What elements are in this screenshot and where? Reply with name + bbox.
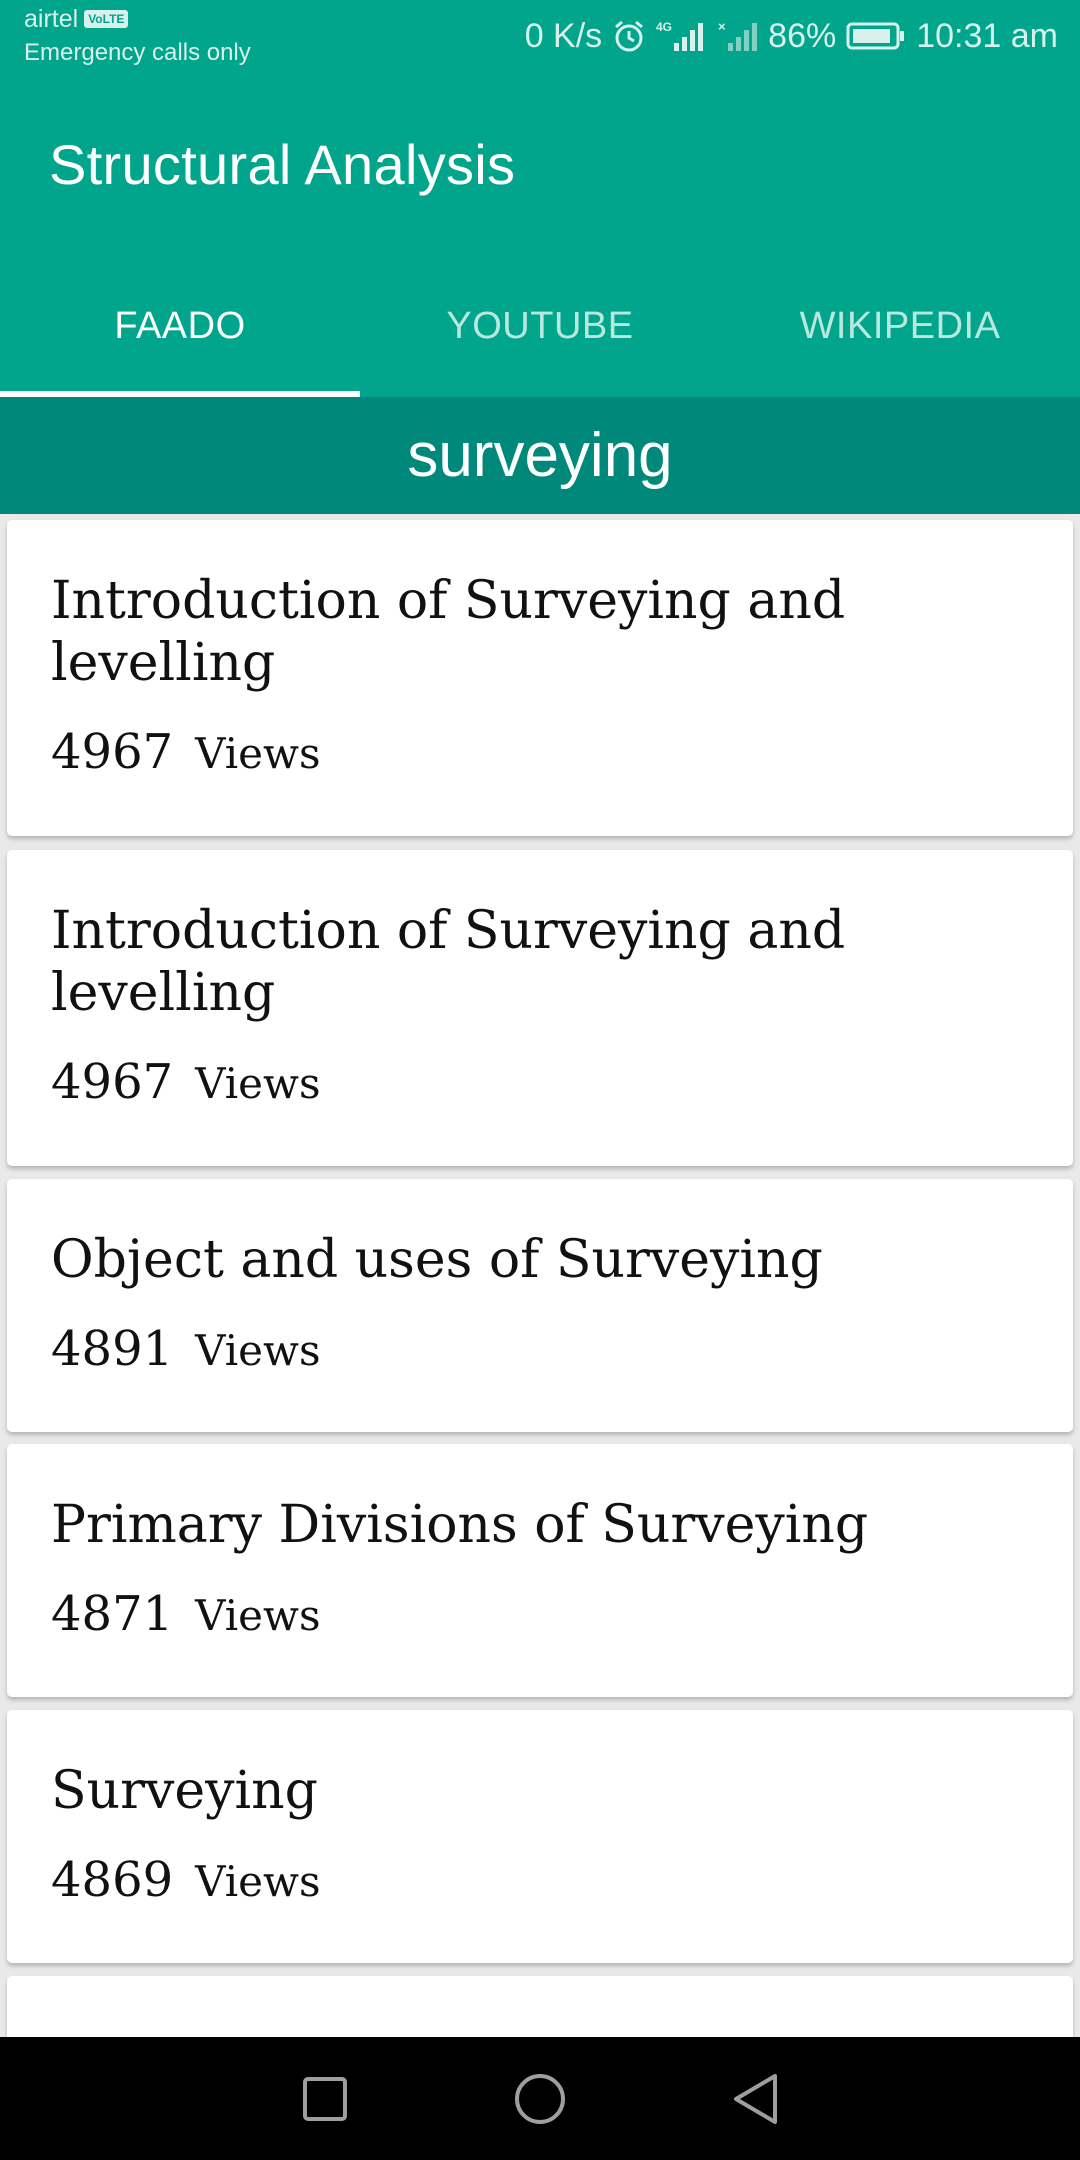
item-meta: 4967 Views (51, 724, 1029, 780)
tab-bar: FAADO YOUTUBE WIKIPEDIA (0, 270, 1080, 397)
views-label: Views (195, 1591, 321, 1640)
list-item[interactable]: Object and uses of Surveying 4891 Views (7, 1179, 1073, 1432)
tab-youtube[interactable]: YOUTUBE (360, 270, 720, 397)
net-speed: 0 K/s (524, 16, 603, 55)
views-count: 4967 (51, 1054, 174, 1110)
item-meta: 4869 Views (51, 1852, 1029, 1908)
views-label: Views (195, 729, 321, 778)
list-item[interactable]: Surveying 4869 Views (7, 1710, 1073, 1963)
emergency-text: Emergency calls only (24, 39, 251, 66)
recent-apps-icon[interactable] (295, 2069, 355, 2129)
app-bar: Structural Analysis FAADO YOUTUBE WIKIPE… (0, 72, 1080, 397)
status-left: airtel VoLTE Emergency calls only (24, 4, 251, 68)
item-meta: 4891 Views (51, 1321, 1029, 1377)
back-icon[interactable] (725, 2069, 785, 2129)
views-count: 4871 (51, 1586, 174, 1642)
svg-text:4G: 4G (656, 20, 672, 34)
item-meta: 4871 Views (51, 1586, 1029, 1642)
list-item[interactable]: Introduction of Surveying and levelling … (7, 850, 1073, 1166)
item-meta: 4967 Views (51, 1054, 1029, 1110)
tab-wikipedia[interactable]: WIKIPEDIA (720, 270, 1080, 397)
clock: 10:31 am (916, 16, 1058, 55)
item-title: Object and uses of Surveying (51, 1230, 823, 1290)
views-count: 4891 (51, 1321, 174, 1377)
views-label: Views (195, 1059, 321, 1108)
views-count: 4869 (51, 1852, 174, 1908)
list-item[interactable] (7, 1976, 1073, 2037)
carrier-name: airtel (24, 5, 79, 33)
battery-icon (846, 21, 906, 51)
category-header: surveying (0, 397, 1080, 514)
home-icon[interactable] (510, 2069, 570, 2129)
signal-4g-icon: 4G (656, 19, 708, 53)
volte-badge: VoLTE (84, 10, 129, 28)
item-title: Primary Divisions of Surveying (51, 1495, 869, 1555)
list-item[interactable]: Primary Divisions of Surveying 4871 View… (7, 1444, 1073, 1697)
list-item[interactable]: Introduction of Surveying and levelling … (7, 520, 1073, 836)
status-bar: airtel VoLTE Emergency calls only 0 K/s … (0, 0, 1080, 72)
item-title: Surveying (51, 1761, 318, 1821)
app-title: Structural Analysis (49, 133, 516, 196)
item-title: Introduction of Surveying and levelling (51, 901, 846, 1023)
signal-nosim-icon: × (718, 19, 758, 53)
views-count: 4967 (51, 724, 174, 780)
system-nav-bar (0, 2037, 1080, 2160)
status-right: 0 K/s 4G × 86% 10:31 am (525, 0, 1058, 72)
article-list[interactable]: Introduction of Surveying and levelling … (0, 514, 1080, 2037)
views-label: Views (195, 1857, 321, 1906)
views-label: Views (195, 1326, 321, 1375)
svg-text:×: × (718, 19, 726, 34)
tab-faado[interactable]: FAADO (0, 270, 360, 397)
alarm-icon (612, 19, 646, 53)
carrier-row: airtel VoLTE (24, 4, 251, 34)
item-title: Introduction of Surveying and levelling (51, 571, 846, 693)
battery-percent: 86% (768, 16, 837, 55)
